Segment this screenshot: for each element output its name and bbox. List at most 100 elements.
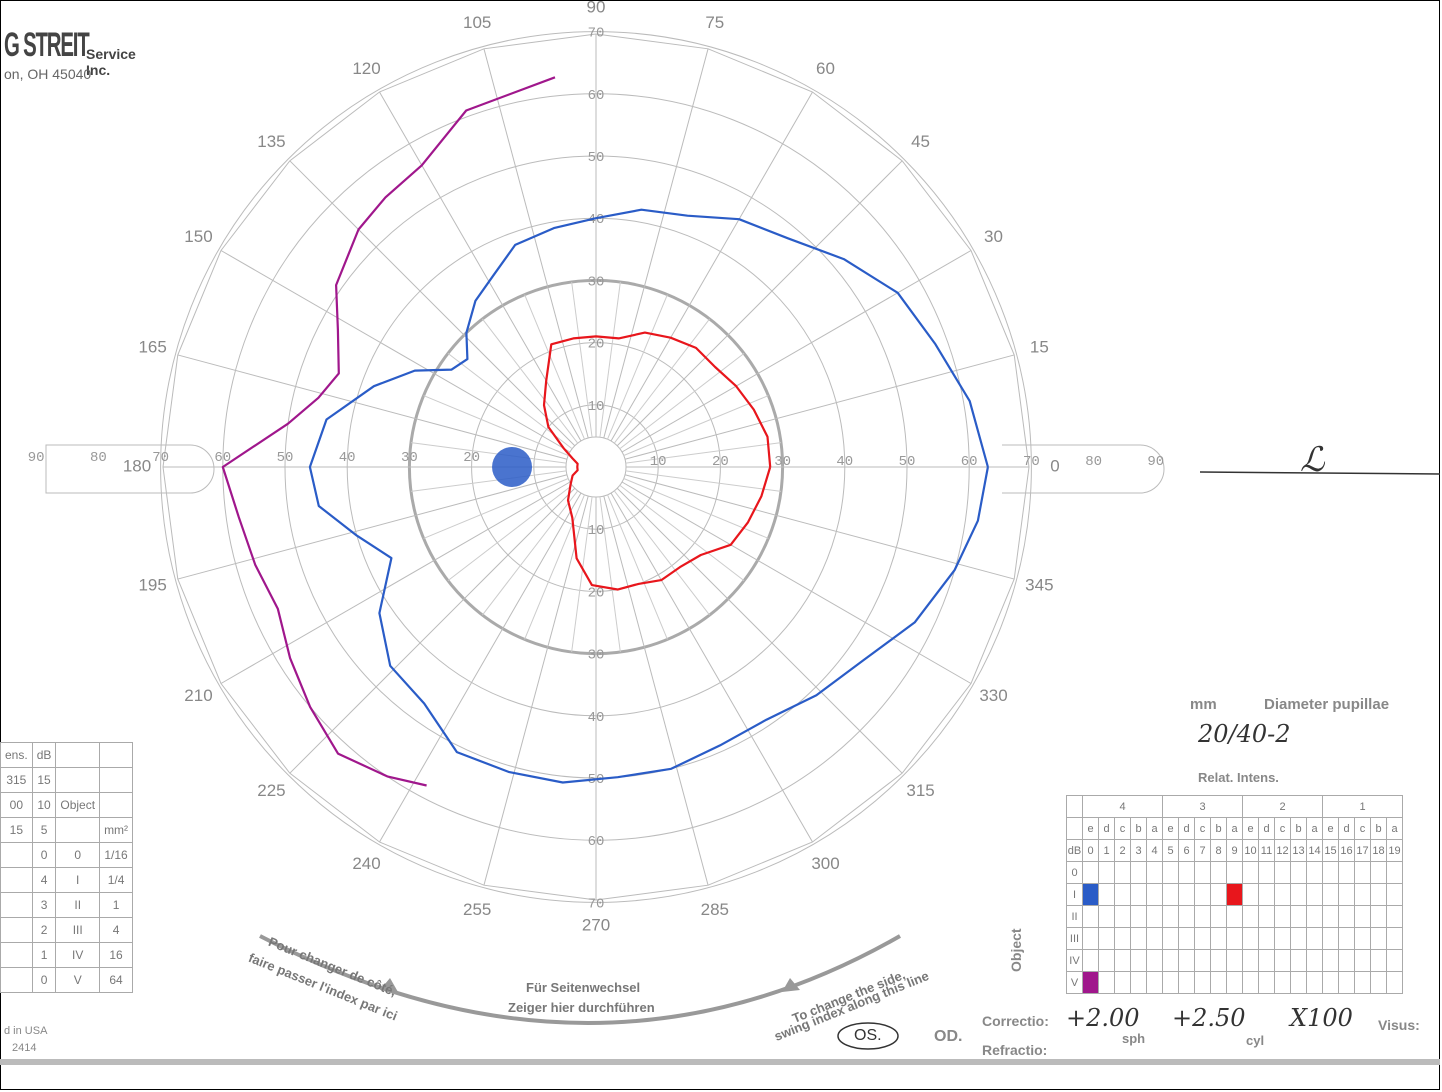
intens-cell: d <box>1178 817 1195 840</box>
visus-label: Visus: <box>1378 1017 1420 1033</box>
vertical-scale-label: 10 <box>588 523 605 539</box>
intens-cell <box>1338 971 1355 994</box>
meridian-line <box>610 91 813 442</box>
intens-cell <box>1114 883 1131 906</box>
intens-cell <box>1178 905 1195 928</box>
intens-cell: 10 <box>1242 839 1259 862</box>
legend-cell <box>0 942 33 968</box>
legend-cell: 3 <box>31 892 57 918</box>
central-circle <box>565 436 627 498</box>
meridian-label: 330 <box>979 686 1007 705</box>
meridian-label: 315 <box>906 781 934 800</box>
blind-spot <box>492 447 533 487</box>
intens-object-row: III <box>1066 927 1403 950</box>
inner-meridian-line <box>524 494 585 640</box>
intens-cell <box>1226 927 1243 950</box>
correctio-label: Correctio: <box>982 1013 1049 1029</box>
intens-cell <box>1162 905 1179 928</box>
intens-cell <box>1290 949 1307 972</box>
legend-cell <box>0 867 33 893</box>
inner-meridian-line <box>613 318 710 444</box>
meridian-line <box>603 48 709 439</box>
intens-cell <box>1146 949 1163 972</box>
intens-cell <box>1290 927 1307 950</box>
relat-intens-title: Relat. Intens. <box>1198 770 1279 785</box>
intens-cell: 0 <box>1082 839 1099 862</box>
intens-cell <box>1258 971 1275 994</box>
intens-cell <box>1354 883 1371 906</box>
intens-cell <box>1290 905 1307 928</box>
intens-cell <box>1146 905 1163 928</box>
intens-cell: 2 <box>1242 795 1323 818</box>
horizontal-scale-label: 90 <box>28 450 45 466</box>
intens-cell <box>1354 861 1371 884</box>
intens-cell <box>1098 949 1115 972</box>
inner-meridian-line <box>607 494 668 640</box>
intens-cell: 14 <box>1306 839 1323 862</box>
vertical-scale-label: 70 <box>588 26 605 42</box>
meridian-line <box>177 474 568 580</box>
intens-cell <box>1322 971 1339 994</box>
legend-cell: II <box>55 892 101 918</box>
refractio-label: Refractio: <box>982 1042 1048 1058</box>
legend-cell <box>0 917 33 943</box>
inner-meridian-line <box>607 294 668 440</box>
intens-cell <box>1290 883 1307 906</box>
intens-cell <box>1066 817 1083 840</box>
intens-cell: b <box>1370 817 1387 840</box>
intens-cell <box>1290 971 1307 994</box>
intens-cell <box>1338 949 1355 972</box>
intens-object-row: II <box>1066 905 1403 928</box>
intens-cell <box>1162 861 1179 884</box>
meridian-label: 210 <box>184 686 212 705</box>
intens-cell: I <box>1066 883 1083 906</box>
meridian-label: 135 <box>257 132 285 151</box>
meridian-label: 255 <box>463 900 491 919</box>
intens-cell <box>1370 949 1387 972</box>
vertical-scale-label: 20 <box>588 337 605 353</box>
legend-cell: dB <box>31 742 57 768</box>
inner-meridian-line <box>613 490 710 616</box>
horizontal-scale-label: 70 <box>1023 454 1040 470</box>
intens-object-row: 0 <box>1066 861 1403 884</box>
horizontal-scale-label: 20 <box>712 454 729 470</box>
intens-cell <box>1162 971 1179 994</box>
intens-cell <box>1114 927 1131 950</box>
intens-cell <box>1370 927 1387 950</box>
correction-axis-value: X100 <box>1290 1004 1353 1032</box>
vertical-scale-label: 10 <box>588 399 605 415</box>
intens-cell <box>1354 905 1371 928</box>
vertical-scale-label: 40 <box>588 710 605 726</box>
legend-cell <box>0 842 33 868</box>
intens-cell <box>1146 861 1163 884</box>
intens-cell: 1 <box>1098 839 1115 862</box>
intens-cell <box>1146 971 1163 994</box>
legend-row: ens. dB <box>0 742 134 768</box>
intens-object-row: V <box>1066 971 1403 994</box>
intens-cell <box>1146 883 1163 906</box>
legend-cell <box>55 817 101 843</box>
vertical-scale-label: 60 <box>588 834 605 850</box>
intens-cell: II <box>1066 905 1083 928</box>
intens-cell: 6 <box>1178 839 1195 862</box>
intens-cell <box>1258 927 1275 950</box>
correction-sph-value: +2.00 <box>1066 1004 1140 1032</box>
intens-cell: 0 <box>1066 861 1083 884</box>
brand-logo: G STREIT Service Inc. <box>4 26 145 78</box>
horizontal-scale-label: 50 <box>899 454 916 470</box>
horizontal-scale-label: 40 <box>836 454 853 470</box>
legend-cell: 16 <box>99 942 134 968</box>
intens-cell: 17 <box>1354 839 1371 862</box>
intens-cell <box>1354 927 1371 950</box>
legend-cell: 315 <box>0 767 33 793</box>
legend-cell: 1/4 <box>99 867 134 893</box>
legend-row: 2 III 4 <box>0 917 134 943</box>
legend-cell: 1 <box>99 892 134 918</box>
meridian-label: 240 <box>352 854 380 873</box>
intens-cell <box>1274 949 1291 972</box>
intens-cell <box>1386 883 1403 906</box>
meridian-line <box>616 160 903 447</box>
horizontal-scale-label: 40 <box>339 450 356 466</box>
intens-cell <box>1242 949 1259 972</box>
intens-cell <box>1322 927 1339 950</box>
